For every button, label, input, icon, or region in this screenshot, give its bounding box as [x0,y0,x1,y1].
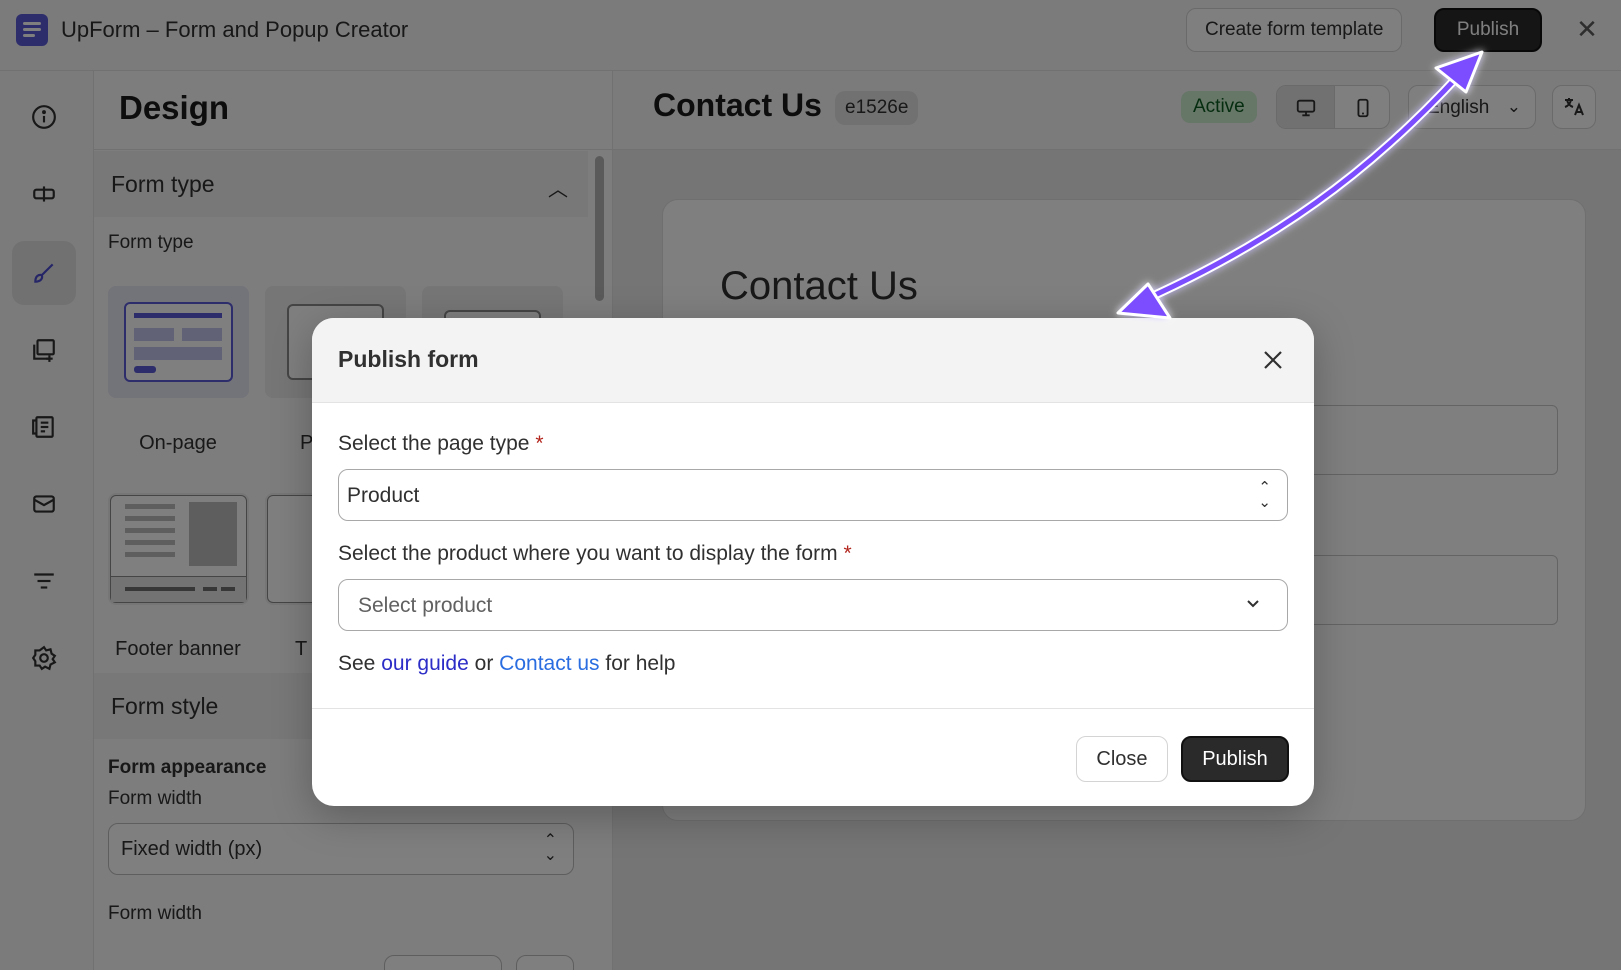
publish-form-dialog: Publish form Select the page type * Prod… [312,318,1314,806]
help-text: See our guide or Contact us for help [338,652,676,675]
product-select[interactable]: Select product [338,579,1288,631]
close-button[interactable]: Close [1076,736,1168,782]
close-icon[interactable] [1257,344,1289,376]
page-type-value: Product [347,484,420,507]
product-placeholder: Select product [358,594,493,617]
our-guide-link[interactable]: our guide [381,652,469,675]
dialog-footer: Close Publish [312,708,1314,806]
page-type-label: Select the page type * [338,432,544,455]
dialog-title: Publish form [338,346,479,372]
chevron-down-icon [1245,595,1261,616]
contact-us-link[interactable]: Contact us [499,652,599,675]
dialog-header: Publish form [312,318,1314,403]
publish-button[interactable]: Publish [1181,736,1289,782]
page-type-select[interactable]: Product ⌃ ⌄ [338,469,1288,521]
product-label: Select the product where you want to dis… [338,542,852,565]
select-updown-icon: ⌃⌄ [1258,479,1271,511]
